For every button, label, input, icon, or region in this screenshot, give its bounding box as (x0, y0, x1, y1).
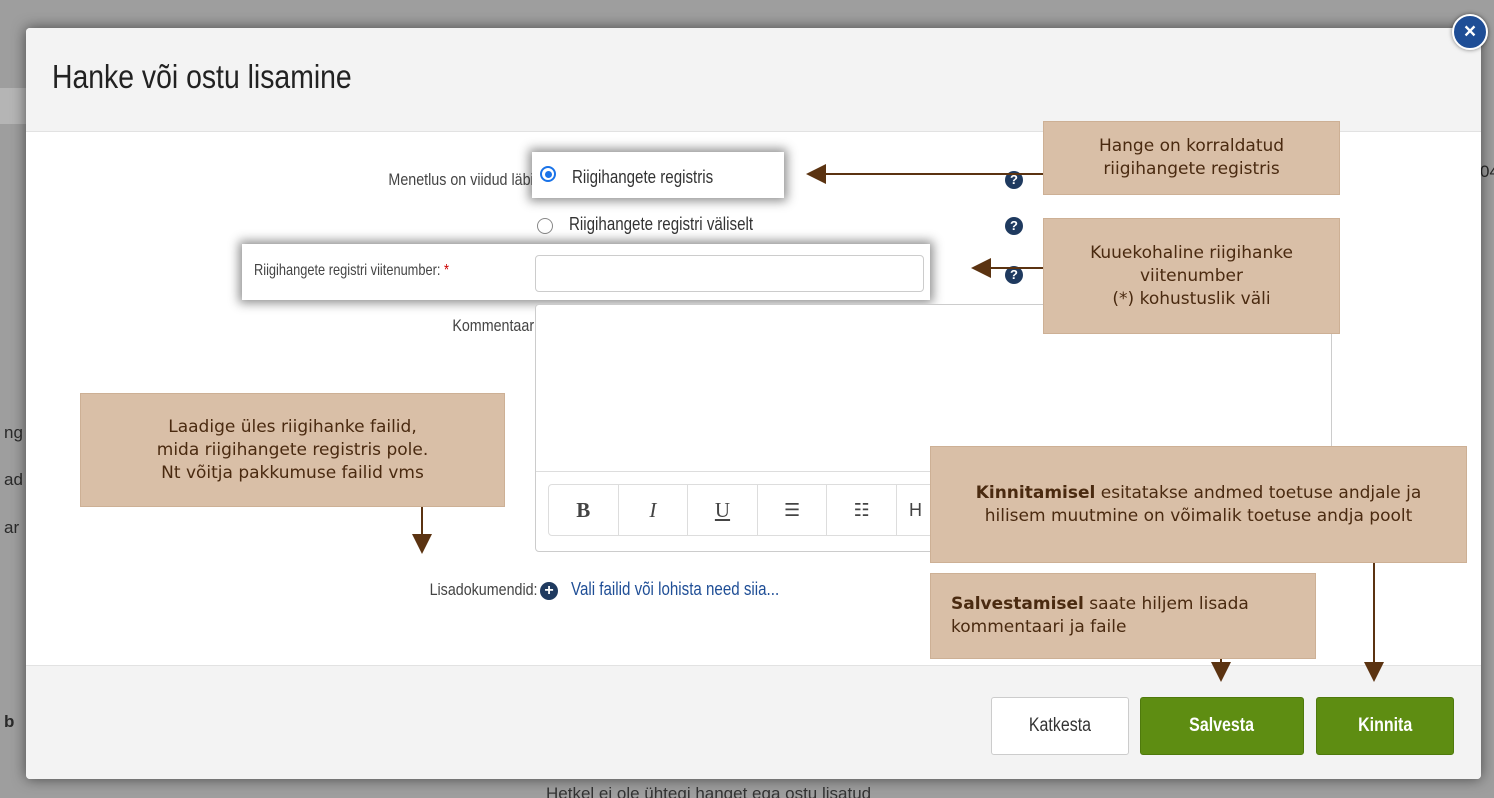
annotation-arrows (412, 164, 1384, 682)
